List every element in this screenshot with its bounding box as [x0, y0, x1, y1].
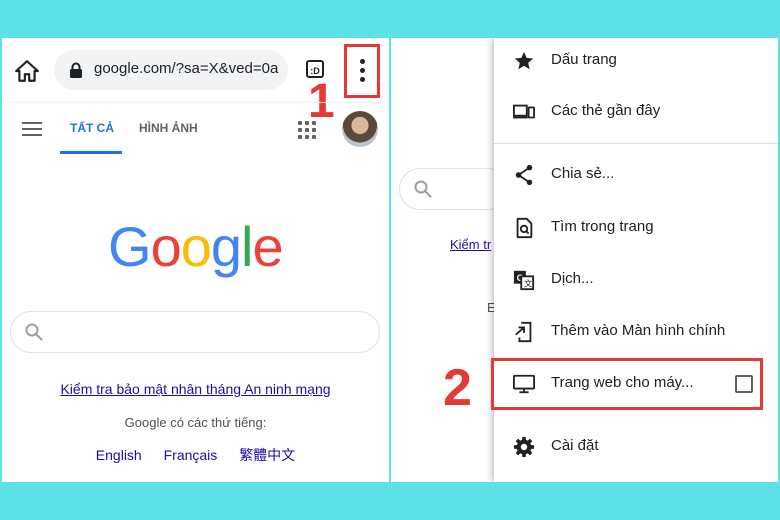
background-security-link: Kiểm tr: [450, 237, 492, 252]
search-icon: [414, 180, 432, 198]
account-avatar[interactable]: [342, 111, 378, 147]
translate-icon: G 文: [513, 270, 535, 291]
add-to-home-icon: [515, 321, 532, 343]
language-link-chinese[interactable]: 繁體中文: [239, 447, 295, 463]
search-nav-row: TẤT CẢ HÌNH ẢNH: [2, 102, 389, 155]
language-link-english[interactable]: English: [96, 447, 142, 463]
find-in-page-icon: [516, 217, 533, 239]
home-icon[interactable]: [14, 58, 40, 84]
menu-item-label: Tìm trong trang: [551, 218, 654, 235]
offered-in-text: Google có các thứ tiếng:: [124, 415, 267, 430]
menu-divider: [494, 143, 778, 144]
browser-screenshot-google-home: google.com/?sa=X&ved=0a :D 1 TẤT CẢ HÌNH…: [2, 38, 389, 482]
star-icon: [514, 51, 534, 70]
svg-text:文: 文: [524, 278, 532, 288]
url-bar[interactable]: google.com/?sa=X&ved=0a: [54, 50, 288, 90]
menu-item-label: Các thẻ gần đây: [551, 102, 661, 119]
url-text: google.com/?sa=X&ved=0a: [94, 60, 279, 77]
browser-screenshot-menu-open: Kiểm tr E 2 Dấu trang Các thẻ gần đây Ch…: [391, 38, 778, 482]
hamburger-menu-icon[interactable]: [22, 122, 42, 136]
share-icon: [515, 164, 533, 186]
tab-images[interactable]: HÌNH ẢNH: [139, 121, 198, 135]
step-number-2: 2: [443, 359, 472, 417]
menu-item-label: Dấu trang: [551, 51, 617, 68]
apps-grid-icon[interactable]: [298, 121, 316, 139]
settings-gear-icon: [513, 436, 535, 458]
menu-item-settings[interactable]: Cài đặt: [494, 424, 778, 468]
devices-icon: [513, 104, 535, 119]
highlight-box-desktop-site: [491, 358, 763, 410]
browser-toolbar: google.com/?sa=X&ved=0a :D 1: [2, 38, 389, 126]
active-tab-indicator: [60, 151, 122, 154]
security-checkup-link[interactable]: Kiểm tra bảo mật nhân tháng An ninh mạng: [2, 381, 389, 397]
menu-item-find-in-page[interactable]: Tìm trong trang: [494, 205, 778, 249]
google-logo: Google: [108, 215, 284, 278]
google-search-input[interactable]: [10, 311, 380, 353]
background-search-input: [399, 168, 509, 210]
menu-item-translate[interactable]: G 文 Dịch...: [494, 257, 778, 301]
language-link-french[interactable]: Français: [164, 447, 218, 463]
menu-item-label: Chia sẻ...: [551, 165, 615, 182]
menu-item-share[interactable]: Chia sẻ...: [494, 152, 778, 196]
menu-item-add-to-home-screen[interactable]: Thêm vào Màn hình chính: [494, 309, 778, 353]
menu-item-label: Thêm vào Màn hình chính: [551, 322, 726, 339]
tab-all[interactable]: TẤT CẢ: [70, 121, 114, 135]
menu-item-label: Dịch...: [551, 270, 594, 287]
chrome-overflow-menu: Dấu trang Các thẻ gần đây Chia sẻ... Tìm…: [494, 38, 778, 482]
menu-item-bookmarks[interactable]: Dấu trang: [494, 38, 778, 82]
menu-item-recent-tabs[interactable]: Các thẻ gần đây: [494, 89, 778, 133]
lock-icon: [70, 62, 82, 78]
more-options-menu-icon[interactable]: [348, 46, 378, 96]
menu-item-label: Cài đặt: [551, 437, 599, 454]
language-links: English Français 繁體中文: [2, 445, 389, 465]
search-icon: [25, 323, 43, 341]
